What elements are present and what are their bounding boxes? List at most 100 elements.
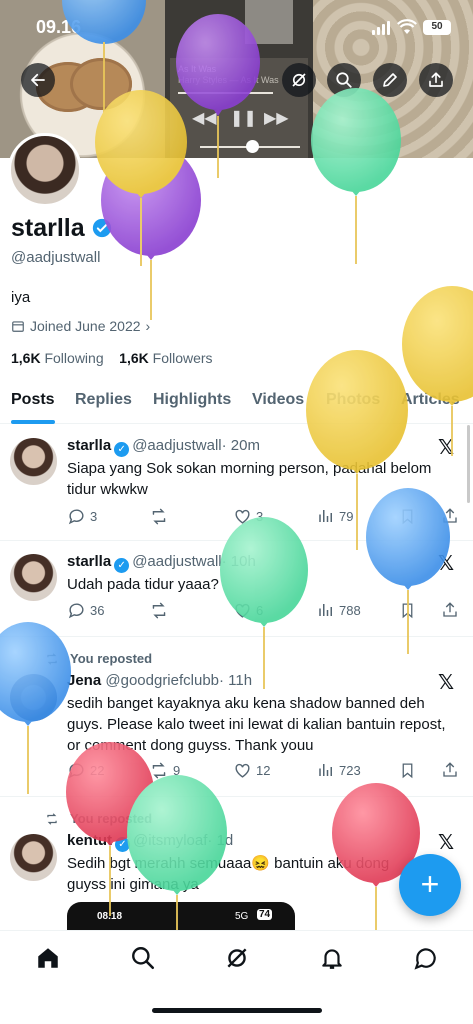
grok-button[interactable] xyxy=(282,63,316,97)
post-item[interactable]: You reposted Jena @goodgriefclubb· 11h 𝕏… xyxy=(0,637,473,797)
post-text: Udah pada tidur yaaa? xyxy=(67,576,219,593)
joined-date[interactable]: Joined June 2022 › xyxy=(11,318,150,334)
like-button[interactable]: 6 xyxy=(233,601,263,620)
embed-time: 08.18 xyxy=(97,911,123,922)
repost-button[interactable]: 9 xyxy=(149,761,180,780)
repost-icon xyxy=(47,652,57,665)
like-count: 6 xyxy=(256,603,264,618)
profile-tabs: Posts Replies Highlights Videos Photos A… xyxy=(0,380,473,424)
post-author: Jena xyxy=(67,672,102,689)
views-icon xyxy=(319,510,332,522)
post-time: · 1d xyxy=(207,832,234,849)
repost-button[interactable] xyxy=(149,601,173,620)
tab-videos[interactable]: Videos xyxy=(252,391,304,409)
tab-highlights[interactable]: Highlights xyxy=(153,391,231,409)
post-avatar[interactable] xyxy=(10,554,57,601)
nav-home[interactable] xyxy=(35,945,61,971)
repost-count: 9 xyxy=(173,763,181,778)
repost-label-text: You reposted xyxy=(70,811,153,826)
post-time: · 20m xyxy=(221,437,260,454)
repost-label: You reposted xyxy=(44,811,152,826)
bookmark-button[interactable] xyxy=(399,601,416,620)
nav-grok[interactable] xyxy=(224,945,250,971)
bookmark-icon xyxy=(402,763,413,779)
nav-notifications[interactable] xyxy=(319,945,345,971)
tab-posts[interactable]: Posts xyxy=(11,391,55,409)
like-count: 12 xyxy=(256,763,271,778)
x-logo-icon: 𝕏 xyxy=(438,435,455,459)
share-post-button[interactable] xyxy=(441,507,459,525)
bookmark-button[interactable] xyxy=(399,761,416,780)
like-icon xyxy=(235,603,250,618)
views-button[interactable]: 788 xyxy=(317,601,361,619)
bookmark-button[interactable] xyxy=(399,507,416,526)
views-button[interactable]: 723 xyxy=(317,761,361,779)
share-icon xyxy=(443,508,457,523)
post-header: Jena @goodgriefclubb· 11h xyxy=(67,672,252,689)
post-author: starlla xyxy=(67,437,112,454)
reply-button[interactable]: 22 xyxy=(67,761,104,780)
volume-knob xyxy=(246,140,259,153)
post-text: Sedih bgt merahh semuaaa😖 bantuin aku do… xyxy=(67,855,390,893)
home-indicator[interactable] xyxy=(152,1008,322,1013)
like-button[interactable]: 3 xyxy=(233,507,263,526)
like-button[interactable]: 12 xyxy=(233,761,270,780)
post-handle: @itsmyloaf xyxy=(133,832,208,849)
follow-stats: 1,6K Following 1,6K Followers xyxy=(11,350,213,366)
post-handle: @goodgriefclubb xyxy=(105,672,220,689)
post-author: starlla xyxy=(67,553,112,570)
share-button[interactable] xyxy=(419,63,453,97)
share-post-button[interactable] xyxy=(441,761,459,779)
post-avatar[interactable] xyxy=(10,674,57,721)
profile-avatar[interactable] xyxy=(8,133,82,207)
tab-photos[interactable]: Photos xyxy=(326,391,380,409)
player-progress xyxy=(178,92,273,94)
nav-explore[interactable] xyxy=(130,945,156,971)
views-icon xyxy=(319,764,332,776)
repost-button[interactable] xyxy=(149,507,173,526)
tab-replies[interactable]: Replies xyxy=(75,391,132,409)
back-arrow-icon xyxy=(31,73,45,87)
reply-button[interactable]: 36 xyxy=(67,601,104,620)
edit-button[interactable] xyxy=(373,63,407,97)
like-icon xyxy=(235,509,250,524)
home-icon xyxy=(38,948,58,968)
post-item[interactable]: starlla ✓ @aadjustwall· 20m 𝕏 Siapa yang S… xyxy=(0,425,473,541)
embedded-screenshot[interactable]: 08.18 5G 74 xyxy=(67,902,295,930)
followers-link[interactable]: 1,6K Followers xyxy=(119,350,212,366)
tab-articles[interactable]: Articles xyxy=(401,391,460,409)
embed-battery: 74 xyxy=(257,909,273,920)
post-avatar[interactable] xyxy=(10,834,57,881)
profile-name: starlla xyxy=(11,214,112,243)
repost-icon xyxy=(152,762,166,779)
post-author: kentut xyxy=(67,832,112,849)
nav-messages[interactable] xyxy=(413,945,439,971)
repost-label: You reposted xyxy=(44,651,152,666)
post-header: kentut ✓ @itsmyloaf· 1d xyxy=(67,832,233,852)
post-handle: @aadjustwall xyxy=(132,553,222,570)
post-item[interactable]: starlla ✓ @aadjustwall· 10h 𝕏 Udah pada ti… xyxy=(0,541,473,637)
post-text: Siapa yang Sok sokan morning person, pad… xyxy=(67,460,432,498)
embed-signal: 5G xyxy=(235,911,249,922)
back-button[interactable] xyxy=(21,63,55,97)
rewind-icon: ◀◀ xyxy=(192,110,217,127)
post-handle: @aadjustwall xyxy=(132,437,222,454)
profile-bio: iya xyxy=(11,289,31,306)
views-button[interactable]: 79 xyxy=(317,507,353,525)
reply-button[interactable]: 3 xyxy=(67,507,97,526)
scrollbar-thumb[interactable] xyxy=(467,425,470,503)
post-header: starlla ✓ @aadjustwall· 20m xyxy=(67,437,260,457)
pause-icon: ❚❚ xyxy=(230,110,257,127)
battery-icon: 50 xyxy=(423,20,451,35)
grok-icon xyxy=(227,948,247,968)
compose-post-button[interactable]: + xyxy=(399,854,461,916)
following-link[interactable]: 1,6K Following xyxy=(11,350,104,366)
reply-icon xyxy=(68,763,84,779)
search-button[interactable] xyxy=(327,63,361,97)
post-avatar[interactable] xyxy=(10,438,57,485)
share-post-button[interactable] xyxy=(441,601,459,619)
player-title: As It Was xyxy=(178,64,217,74)
repost-label-text: You reposted xyxy=(70,651,153,666)
bookmark-icon xyxy=(402,603,413,619)
x-logo-icon: 𝕏 xyxy=(438,551,455,575)
